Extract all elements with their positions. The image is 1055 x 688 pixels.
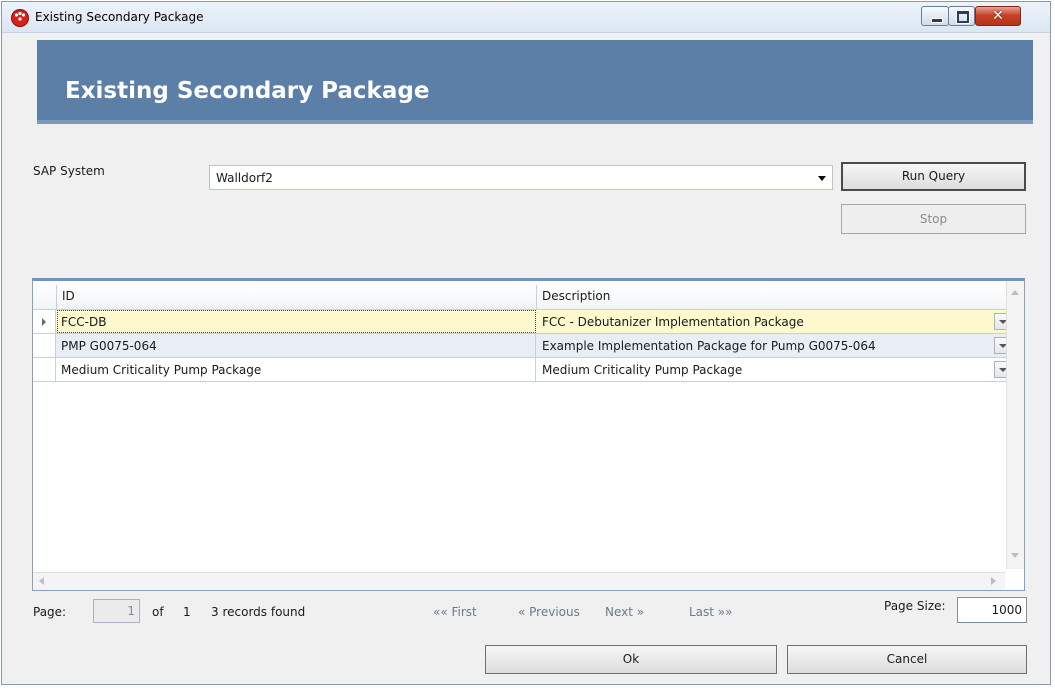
- table-row[interactable]: Medium Criticality Pump Package Medium C…: [33, 358, 1017, 382]
- run-query-button[interactable]: Run Query: [841, 162, 1026, 191]
- minimize-icon: [931, 18, 943, 23]
- maximize-button[interactable]: [948, 6, 975, 26]
- stop-button[interactable]: Stop: [841, 204, 1026, 234]
- id-cell[interactable]: PMP G0075-064: [57, 334, 536, 357]
- page-size-input[interactable]: 1000: [957, 597, 1027, 623]
- page-number-input[interactable]: 1: [93, 599, 140, 623]
- sap-system-select[interactable]: Walldorf2: [209, 165, 833, 190]
- title-bar: Existing Secondary Package ✕: [2, 2, 1050, 33]
- sap-system-label: SAP System: [33, 164, 105, 178]
- cancel-button[interactable]: Cancel: [787, 645, 1027, 674]
- row-id: FCC-DB: [61, 315, 107, 329]
- scroll-left-icon[interactable]: [39, 577, 44, 585]
- scroll-right-icon[interactable]: [991, 577, 996, 585]
- id-cell[interactable]: FCC-DB: [57, 310, 536, 333]
- row-description[interactable]: FCC - Debutanizer Implementation Package: [542, 315, 804, 329]
- row-selector[interactable]: [33, 334, 56, 357]
- horizontal-scrollbar[interactable]: [33, 572, 1005, 590]
- grid-header: ID Description: [33, 285, 1017, 310]
- column-header-id[interactable]: ID: [62, 289, 75, 303]
- column-separator: [536, 285, 537, 309]
- previous-page-link[interactable]: « Previous: [518, 605, 580, 619]
- chevron-down-icon[interactable]: [818, 176, 826, 181]
- sap-system-value: Walldorf2: [216, 171, 273, 185]
- close-icon: ✕: [992, 8, 1004, 24]
- maximize-icon: [957, 11, 969, 23]
- page-title: Existing Secondary Package: [65, 78, 430, 104]
- results-grid: ID Description FCC-DB FCC - Debutanizer …: [32, 278, 1025, 591]
- header-banner: Existing Secondary Package: [37, 40, 1033, 124]
- ok-button[interactable]: Ok: [485, 645, 777, 674]
- column-header-description[interactable]: Description: [542, 289, 610, 303]
- page-size-label: Page Size:: [884, 599, 946, 613]
- close-button[interactable]: ✕: [975, 6, 1021, 26]
- minimize-button[interactable]: [921, 6, 949, 26]
- vertical-scrollbar[interactable]: [1006, 281, 1024, 569]
- dialog-window: Existing Secondary Package ✕ Existing Se…: [1, 1, 1051, 685]
- page-label: Page:: [33, 605, 67, 619]
- of-label: of: [152, 605, 164, 619]
- id-cell[interactable]: Medium Criticality Pump Package: [57, 358, 536, 381]
- last-page-link[interactable]: Last »»: [689, 605, 733, 619]
- total-pages: 1: [183, 605, 191, 619]
- row-description[interactable]: Medium Criticality Pump Package: [542, 363, 742, 377]
- window-title: Existing Secondary Package: [35, 10, 204, 24]
- row-selector[interactable]: [33, 358, 56, 381]
- row-description[interactable]: Example Implementation Package for Pump …: [542, 339, 876, 353]
- records-count: 3 records found: [211, 605, 306, 619]
- first-page-link[interactable]: «« First: [433, 605, 477, 619]
- app-icon: [11, 9, 29, 27]
- column-separator: [56, 285, 57, 309]
- scroll-up-icon[interactable]: [1011, 290, 1019, 295]
- table-row[interactable]: PMP G0075-064 Example Implementation Pac…: [33, 334, 1017, 358]
- scroll-down-icon[interactable]: [1011, 553, 1019, 558]
- table-row[interactable]: FCC-DB FCC - Debutanizer Implementation …: [33, 310, 1017, 334]
- next-page-link[interactable]: Next »: [605, 605, 644, 619]
- row-id: PMP G0075-064: [61, 339, 157, 353]
- row-selector[interactable]: [33, 310, 56, 333]
- row-id: Medium Criticality Pump Package: [61, 363, 262, 377]
- current-row-icon: [42, 318, 46, 326]
